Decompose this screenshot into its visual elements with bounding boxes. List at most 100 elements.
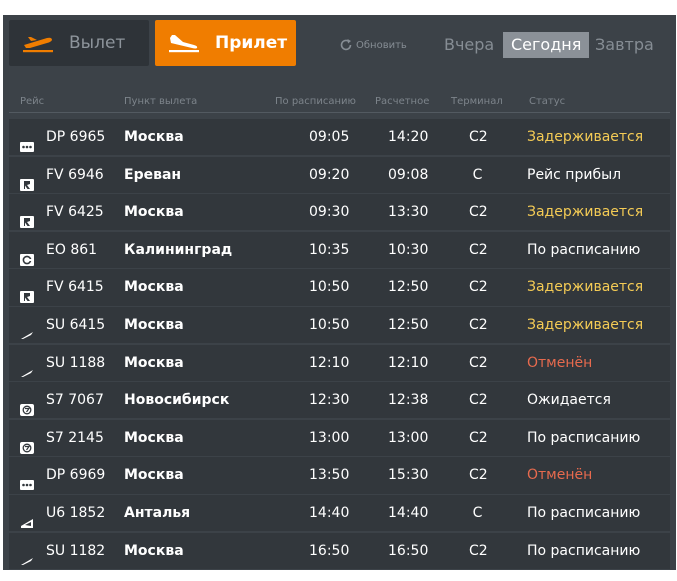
estimated-time: 12:38 <box>388 392 429 409</box>
origin-city: Москва <box>124 316 184 333</box>
wing-airline-icon <box>20 319 34 339</box>
dots-airline-icon <box>20 131 34 152</box>
plane-landing-icon <box>169 35 199 53</box>
wing-airline-icon <box>20 357 34 377</box>
flight-status: По расписанию <box>527 504 641 521</box>
scheduled-time: 13:50 <box>309 467 350 484</box>
origin-city: Москва <box>124 129 184 145</box>
flight-status: По расписанию <box>527 429 641 446</box>
wing-airline-icon <box>20 545 34 565</box>
scheduled-time: 10:50 <box>309 316 350 333</box>
flight-number: SU 1182 <box>46 542 106 559</box>
flight-number: DP 6965 <box>46 129 106 145</box>
flight-row[interactable]: DP 6969 Москва 13:50 15:30 C2 Отменён <box>9 457 670 494</box>
origin-city: Москва <box>124 204 184 221</box>
origin-city: Москва <box>124 467 184 484</box>
column-header-terminal: Терминал <box>451 96 503 107</box>
flight-row[interactable]: DP 6965 Москва 09:05 14:20 C2 Задерживается <box>9 119 670 156</box>
refresh-label: Обновить <box>356 39 407 51</box>
estimated-time: 13:00 <box>388 429 429 446</box>
scheduled-time: 09:05 <box>309 129 350 145</box>
terminal: C <box>472 504 483 521</box>
column-header-estimated: Расчетное <box>375 96 430 107</box>
scheduled-time: 13:00 <box>309 429 350 446</box>
estimated-time: 12:50 <box>388 279 429 296</box>
flight-number: FV 6946 <box>46 166 104 183</box>
header-divider <box>9 112 670 113</box>
departures-tab[interactable]: Вылет <box>9 20 149 66</box>
terminal: C2 <box>469 354 488 371</box>
day-today[interactable]: Сегодня <box>503 32 590 58</box>
estimated-time: 15:30 <box>388 467 429 484</box>
flight-status: По расписанию <box>527 542 641 559</box>
flight-row[interactable]: FV 6425 Москва 09:30 13:30 C2 Задерживается <box>9 194 670 231</box>
flight-row[interactable]: S7 7067 Новосибирск 12:30 12:38 C2 Ожидается <box>9 382 670 419</box>
terminal: C2 <box>469 204 488 221</box>
flight-status: По расписанию <box>527 241 641 258</box>
s7-airline-icon <box>20 432 34 454</box>
column-header-scheduled: По расписанию <box>275 96 356 107</box>
arrivals-tab[interactable]: Прилет <box>155 20 296 66</box>
flight-status: Задерживается <box>527 204 644 221</box>
flight-status: Задерживается <box>527 279 644 296</box>
refresh-icon <box>340 39 352 51</box>
r-airline-icon <box>20 281 34 304</box>
flight-row[interactable]: U6 1852 Анталья 14:40 14:40 C По расписанию <box>9 494 670 532</box>
terminal: C2 <box>469 241 488 258</box>
arrivals-tab-label: Прилет <box>215 33 288 53</box>
scheduled-time: 09:30 <box>309 204 350 221</box>
estimated-time: 09:08 <box>388 166 429 183</box>
flight-number: DP 6969 <box>46 467 106 484</box>
origin-city: Москва <box>124 279 184 296</box>
terminal: C <box>472 166 483 183</box>
terminal: C2 <box>469 542 488 559</box>
origin-city: Калининград <box>124 241 233 258</box>
flight-number: FV 6425 <box>46 204 104 221</box>
flight-row[interactable]: EO 861 Калининград 10:35 10:30 C2 По расписан… <box>9 231 670 269</box>
flight-number: S7 2145 <box>46 429 104 446</box>
terminal: C2 <box>469 129 488 145</box>
flight-number: FV 6415 <box>46 279 104 296</box>
u6-airline-icon <box>20 507 34 528</box>
flight-status: Рейс прибыл <box>527 166 622 183</box>
day-tomorrow[interactable]: Завтра <box>587 32 662 58</box>
estimated-time: 16:50 <box>388 542 429 559</box>
column-header-flight: Рейс <box>20 96 45 107</box>
estimated-time: 14:40 <box>388 504 429 521</box>
column-header-status: Статус <box>529 96 566 107</box>
flight-status: Ожидается <box>527 392 611 409</box>
estimated-time: 14:20 <box>388 129 429 145</box>
flight-row[interactable]: FV 6415 Москва 10:50 12:50 C2 Задерживается <box>9 269 670 306</box>
day-yesterday[interactable]: Вчера <box>436 32 502 58</box>
scheduled-time: 10:50 <box>309 279 350 296</box>
flight-row[interactable]: SU 1182 Москва 16:50 16:50 C2 По расписанию <box>9 532 670 569</box>
origin-city: Москва <box>124 354 184 371</box>
estimated-time: 10:30 <box>388 241 429 258</box>
flight-number: SU 6415 <box>46 316 106 333</box>
column-header-origin: Пункт вылета <box>124 96 198 107</box>
flight-status: Задерживается <box>527 316 644 333</box>
scheduled-time: 12:10 <box>309 354 350 371</box>
c-airline-icon <box>20 244 34 266</box>
origin-city: Москва <box>124 542 184 559</box>
estimated-time: 13:30 <box>388 204 429 221</box>
terminal: C2 <box>469 429 488 446</box>
estimated-time: 12:50 <box>388 316 429 333</box>
flight-row[interactable]: SU 1188 Москва 12:10 12:10 C2 Отменён <box>9 344 670 381</box>
flight-row[interactable]: S7 2145 Москва 13:00 13:00 C2 По расписанию <box>9 419 670 457</box>
flight-number: SU 1188 <box>46 354 106 371</box>
dots-airline-icon <box>20 469 34 491</box>
s7-airline-icon <box>20 394 34 417</box>
flight-status: Отменён <box>527 467 593 484</box>
flight-board: Вылет Прилет Обновить Вчера Сегодня Завт… <box>3 15 676 570</box>
estimated-time: 12:10 <box>388 354 429 371</box>
r-airline-icon <box>20 169 34 191</box>
flight-row[interactable]: SU 6415 Москва 10:50 12:50 C2 Задерживается <box>9 306 670 344</box>
r-airline-icon <box>20 206 34 229</box>
flight-row[interactable]: FV 6946 Ереван 09:20 09:08 C Рейс прибыл <box>9 156 670 193</box>
origin-city: Москва <box>124 429 184 446</box>
flight-list: DP 6965 Москва 09:05 14:20 C2 Задерживается FV… <box>9 119 670 570</box>
terminal: C2 <box>469 467 488 484</box>
scheduled-time: 12:30 <box>309 392 350 409</box>
refresh-button[interactable]: Обновить <box>339 38 407 52</box>
